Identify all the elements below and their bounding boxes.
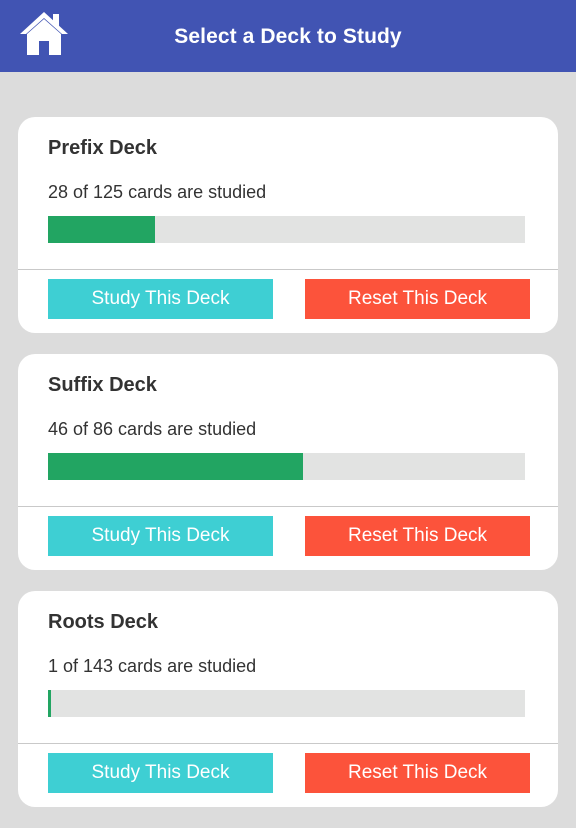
card-divider xyxy=(18,743,558,744)
deck-name: Roots Deck xyxy=(48,611,159,633)
deck-progress-text: 46 of 86 cards are studied xyxy=(48,419,257,439)
study-deck-button[interactable]: Study This Deck xyxy=(48,753,273,793)
deck-progress-text: 28 of 125 cards are studied xyxy=(48,182,267,202)
deck-list: Prefix Deck 28 of 125 cards are studied … xyxy=(18,117,558,828)
deck-card: Roots Deck 1 of 143 cards are studied St… xyxy=(18,591,558,807)
progress-bar-fill xyxy=(48,690,52,717)
study-deck-button[interactable]: Study This Deck xyxy=(48,279,273,319)
deck-name: Suffix Deck xyxy=(48,374,157,396)
progress-bar-fill xyxy=(48,453,304,480)
app-header: Select a Deck to Study xyxy=(0,0,576,72)
reset-deck-button[interactable]: Reset This Deck xyxy=(305,279,530,319)
deck-progress-text: 1 of 143 cards are studied xyxy=(48,656,257,676)
progress-bar xyxy=(48,216,525,243)
deck-card: Prefix Deck 28 of 125 cards are studied … xyxy=(18,117,558,333)
page-title: Select a Deck to Study xyxy=(174,25,402,48)
progress-bar-fill xyxy=(48,216,155,243)
deck-name: Prefix Deck xyxy=(48,137,157,159)
reset-deck-button[interactable]: Reset This Deck xyxy=(305,516,530,556)
study-deck-button[interactable]: Study This Deck xyxy=(48,516,273,556)
progress-bar xyxy=(48,453,525,480)
card-divider xyxy=(18,506,558,507)
reset-deck-button[interactable]: Reset This Deck xyxy=(305,753,530,793)
deck-card: Suffix Deck 46 of 86 cards are studied S… xyxy=(18,354,558,570)
progress-bar xyxy=(48,690,525,717)
card-divider xyxy=(18,269,558,270)
